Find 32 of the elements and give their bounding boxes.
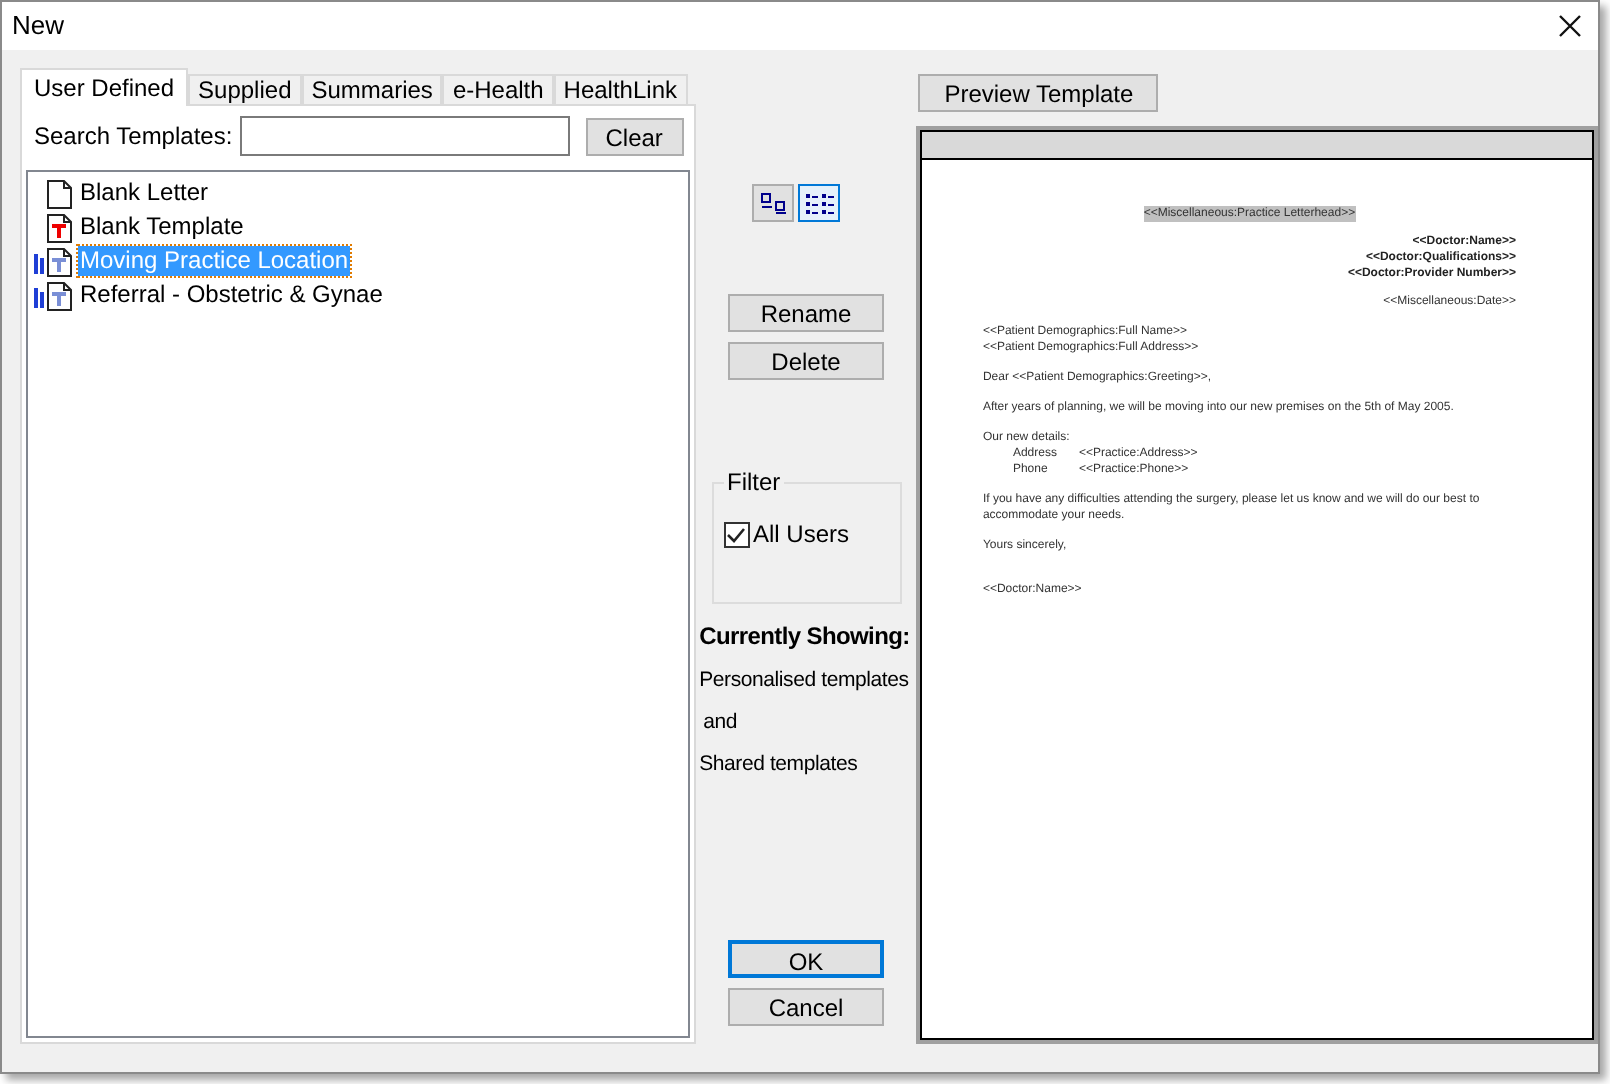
tab[interactable]: e-Health	[442, 74, 554, 106]
checkbox[interactable]	[723, 521, 749, 547]
template-item[interactable]: Blank Letter	[78, 178, 211, 208]
view-toggle-button[interactable]	[752, 184, 794, 222]
search-label: Search Templates:	[34, 120, 233, 154]
view-toggle-button[interactable]	[798, 184, 840, 222]
clear-button[interactable]: Clear	[585, 117, 684, 155]
action-button[interactable]: Delete	[728, 342, 884, 380]
currently-showing-heading: Currently Showing:	[699, 620, 910, 652]
ok-button[interactable]: OK	[728, 940, 884, 978]
close-icon[interactable]	[1558, 14, 1582, 38]
template-item[interactable]: Blank Template	[78, 212, 246, 242]
checkbox-label[interactable]: All Users	[753, 516, 850, 552]
action-button[interactable]: Rename	[728, 294, 884, 332]
template-item[interactable]: Referral - Obstetric & Gynae	[78, 280, 385, 310]
tab[interactable]: Summaries	[301, 74, 443, 106]
currently-showing-text: Shared templates	[699, 750, 860, 778]
search-field[interactable]	[240, 116, 571, 156]
tab[interactable]: HealthLink	[553, 74, 687, 106]
template-page-icon	[34, 245, 78, 277]
filter-title: Filter	[725, 466, 783, 500]
currently-showing-text: Personalised templates	[699, 666, 910, 694]
currently-showing-text: and	[703, 708, 739, 736]
cancel-button[interactable]: Cancel	[728, 988, 884, 1026]
tab[interactable]: User Defined	[20, 68, 189, 106]
list-view-icon	[803, 191, 835, 215]
preview-template-button[interactable]: Preview Template	[918, 74, 1159, 112]
checkmark-icon	[726, 525, 746, 543]
window-title: New	[12, 8, 65, 45]
large-icons-view-icon	[759, 191, 787, 215]
tab[interactable]: Supplied	[188, 74, 302, 106]
template-page-icon	[34, 279, 78, 311]
